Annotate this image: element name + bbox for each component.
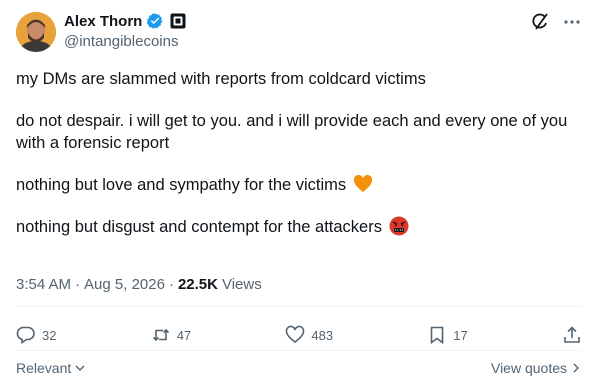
view-quotes-label: View quotes — [490, 360, 567, 376]
grok-icon[interactable] — [530, 12, 550, 32]
view-quotes-link[interactable]: View quotes — [491, 360, 582, 376]
views-count: 22.5K — [177, 276, 218, 293]
share-icon — [564, 326, 580, 343]
tweet-header: Alex Thorn @intangiblecoins — [16, 10, 582, 54]
bookmark-button[interactable]: 17 — [427, 325, 468, 345]
affiliate-badge-icon — [170, 13, 186, 29]
cursing-face-emoji — [389, 216, 409, 236]
orange-heart-emoji — [353, 174, 372, 192]
tweet-paragraph: my DMs are slammed with reports from col… — [16, 70, 426, 88]
more-icon[interactable] — [562, 12, 582, 32]
action-bar: 32 47 483 17 — [16, 325, 582, 345]
tweet-meta: 3:54 AM · Aug 5, 2026 · 22.5K Views — [16, 276, 262, 293]
repost-count: 47 — [176, 327, 192, 343]
tweet-footer: Relevant View quotes — [16, 360, 582, 376]
sort-label: Relevant — [16, 360, 72, 376]
share-button[interactable] — [562, 325, 582, 345]
tweet-time[interactable]: 3:54 AM — [16, 276, 71, 293]
bookmark-icon — [430, 326, 444, 345]
tweet-text: my DMs are slammed with reports from col… — [16, 68, 582, 258]
avatar[interactable] — [16, 12, 56, 52]
tweet-paragraph: do not despair. i will get to you. and i… — [16, 112, 568, 152]
divider — [16, 306, 582, 307]
chevron-down-icon — [75, 365, 85, 371]
chevron-right-icon — [573, 363, 579, 373]
views-label: Views — [221, 276, 262, 293]
display-name[interactable]: Alex Thorn — [64, 13, 142, 30]
bookmark-count: 17 — [453, 327, 468, 343]
user-handle[interactable]: @intangiblecoins — [64, 33, 178, 50]
like-button[interactable]: 483 — [285, 325, 333, 345]
meta-separator: · — [168, 276, 174, 293]
like-count: 483 — [311, 327, 334, 343]
tweet-date[interactable]: Aug 5, 2026 — [84, 276, 165, 293]
repost-icon — [152, 328, 169, 342]
tweet-paragraph: nothing but disgust and contempt for the… — [16, 216, 582, 238]
reply-button[interactable]: 32 — [16, 325, 56, 345]
repost-button[interactable]: 47 — [151, 325, 191, 345]
divider — [16, 350, 582, 351]
tweet-paragraph: nothing but love and sympathy for the vi… — [16, 174, 582, 196]
reply-count: 32 — [42, 327, 57, 343]
verified-badge-icon — [147, 13, 163, 29]
meta-separator: · — [75, 276, 81, 293]
heart-icon — [286, 325, 305, 344]
sort-replies-dropdown[interactable]: Relevant — [16, 360, 86, 376]
reply-icon — [16, 326, 35, 344]
